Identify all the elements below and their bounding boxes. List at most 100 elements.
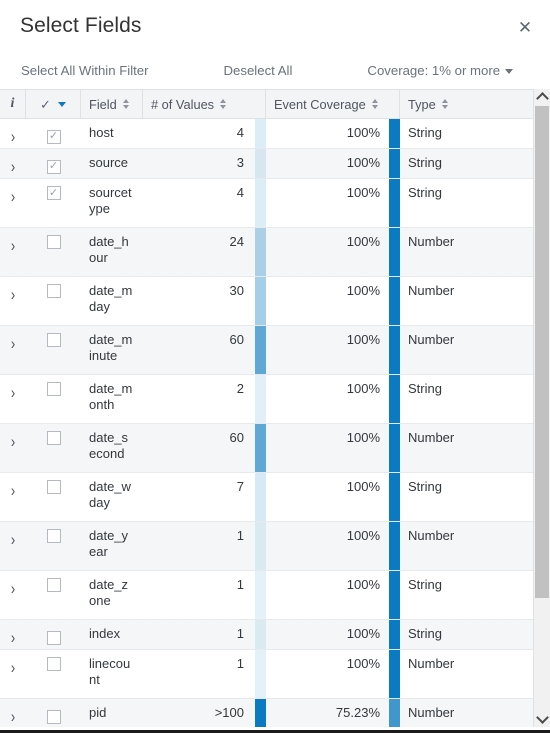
table-row[interactable]: › date_month 2 100% String — [0, 375, 533, 424]
chevron-up-icon[interactable] — [534, 89, 550, 106]
chevron-right-icon[interactable]: › — [11, 659, 15, 675]
chevron-right-icon[interactable]: › — [11, 531, 15, 547]
event-coverage-cell: 100% — [266, 149, 400, 178]
chevron-right-icon[interactable]: › — [11, 188, 15, 204]
event-coverage-cell: 100% — [266, 571, 400, 619]
chevron-right-icon[interactable]: › — [11, 384, 15, 400]
table-row[interactable]: › date_minute 60 100% Number — [0, 326, 533, 375]
deselect-all-button[interactable]: Deselect All — [224, 63, 293, 78]
field-name: index — [89, 626, 121, 641]
sort-icon[interactable] — [220, 99, 227, 109]
field-checkbox[interactable]: ✓ — [46, 159, 61, 174]
event-coverage-bar — [389, 179, 400, 227]
info-icon: i — [10, 96, 15, 111]
event-coverage-bar — [389, 522, 400, 570]
field-name: date_year — [89, 528, 129, 559]
num-values-bar — [255, 228, 266, 276]
chevron-right-icon[interactable]: › — [11, 158, 15, 174]
event-coverage-bar — [389, 277, 400, 325]
sort-icon[interactable] — [441, 99, 448, 109]
chevron-right-icon[interactable]: › — [11, 286, 15, 302]
field-checkbox[interactable]: ✓ — [46, 129, 61, 144]
check-icon: ✓ — [40, 96, 51, 112]
field-checkbox[interactable] — [46, 529, 61, 543]
chevron-right-icon[interactable]: › — [11, 237, 15, 253]
chevron-right-icon[interactable]: › — [11, 580, 15, 596]
num-values-cell: 24 — [143, 228, 266, 276]
field-name: date_zone — [89, 577, 129, 608]
field-type-cell: String — [400, 620, 533, 649]
chevron-down-icon[interactable] — [534, 710, 550, 727]
table-row[interactable]: › ✓ source 3 100% String — [0, 149, 533, 179]
num-values-cell: 7 — [143, 473, 266, 521]
sort-icon[interactable] — [122, 99, 129, 109]
field-checkbox[interactable] — [46, 630, 61, 645]
vertical-scrollbar[interactable] — [533, 89, 550, 727]
field-checkbox[interactable] — [46, 284, 61, 298]
row-expand-cell: › — [0, 119, 26, 148]
row-expand-cell: › — [0, 522, 26, 570]
field-type-text: String — [408, 125, 442, 140]
column-header-type[interactable]: Type — [400, 90, 533, 118]
table-row[interactable]: › date_year 1 100% Number — [0, 522, 533, 571]
scrollbar-thumb[interactable] — [535, 106, 549, 598]
chevron-right-icon[interactable]: › — [11, 128, 15, 144]
chevron-right-icon[interactable]: › — [11, 629, 15, 645]
chevron-down-icon[interactable] — [57, 101, 66, 107]
column-header-select-all[interactable]: ✓ — [26, 90, 81, 118]
num-values-text: 3 — [236, 155, 244, 170]
sort-icon[interactable] — [371, 99, 378, 109]
check-icon: ✓ — [48, 160, 59, 172]
event-coverage-text: 75.23% — [335, 705, 380, 720]
table-row[interactable]: › ✓ sourcetype 4 100% String — [0, 179, 533, 228]
close-icon[interactable]: ✕ — [512, 14, 538, 40]
column-header-event-coverage[interactable]: Event Coverage — [266, 90, 400, 118]
column-header-num-values[interactable]: # of Values — [143, 90, 266, 118]
table-row[interactable]: › index 1 100% String — [0, 620, 533, 650]
chevron-right-icon[interactable]: › — [11, 433, 15, 449]
num-values-text: 2 — [236, 381, 244, 396]
field-checkbox[interactable]: ✓ — [46, 186, 61, 200]
event-coverage-text: 100% — [346, 155, 380, 170]
field-checkbox[interactable] — [46, 709, 61, 724]
table-row[interactable]: › ✓ host 4 100% String — [0, 119, 533, 149]
field-checkbox[interactable] — [46, 480, 61, 494]
field-checkbox[interactable] — [46, 382, 61, 396]
table-row[interactable]: › date_hour 24 100% Number — [0, 228, 533, 277]
row-expand-cell: › — [0, 620, 26, 649]
event-coverage-text: 100% — [346, 234, 380, 249]
num-values-text: 24 — [229, 234, 244, 249]
row-expand-cell: › — [0, 699, 26, 727]
chevron-right-icon[interactable]: › — [11, 482, 15, 498]
table-row[interactable]: › date_wday 7 100% String — [0, 473, 533, 522]
field-checkbox[interactable] — [46, 578, 61, 592]
table-row[interactable]: › pid >100 75.23% Number — [0, 699, 533, 727]
field-type-text: String — [408, 185, 442, 200]
column-header-field[interactable]: Field — [81, 90, 143, 118]
field-type-text: String — [408, 577, 442, 592]
field-name: date_wday — [89, 479, 131, 510]
num-values-cell: 1 — [143, 571, 266, 619]
field-checkbox[interactable] — [46, 431, 61, 445]
field-name-cell: host — [81, 119, 143, 148]
field-type-cell: Number — [400, 228, 533, 276]
chevron-right-icon[interactable]: › — [11, 335, 15, 351]
row-checkbox-cell: ✓ — [26, 179, 81, 227]
num-values-cell: >100 — [143, 699, 266, 727]
num-values-bar — [255, 179, 266, 227]
table-row[interactable]: › linecount 1 100% Number — [0, 650, 533, 699]
chevron-right-icon[interactable]: › — [11, 708, 15, 724]
row-checkbox-cell — [26, 375, 81, 423]
field-checkbox[interactable] — [46, 235, 61, 249]
coverage-filter-dropdown[interactable]: Coverage: 1% or more — [367, 63, 514, 78]
table-row[interactable]: › date_zone 1 100% String — [0, 571, 533, 620]
field-name: host — [89, 125, 114, 140]
table-row[interactable]: › date_mday 30 100% Number — [0, 277, 533, 326]
field-checkbox[interactable] — [46, 657, 61, 671]
select-all-within-filter-button[interactable]: Select All Within Filter — [21, 63, 149, 78]
table-row[interactable]: › date_second 60 100% Number — [0, 424, 533, 473]
field-type-text: Number — [408, 705, 455, 720]
event-coverage-text: 100% — [346, 430, 380, 445]
field-checkbox[interactable] — [46, 333, 61, 347]
num-values-cell: 1 — [143, 522, 266, 570]
